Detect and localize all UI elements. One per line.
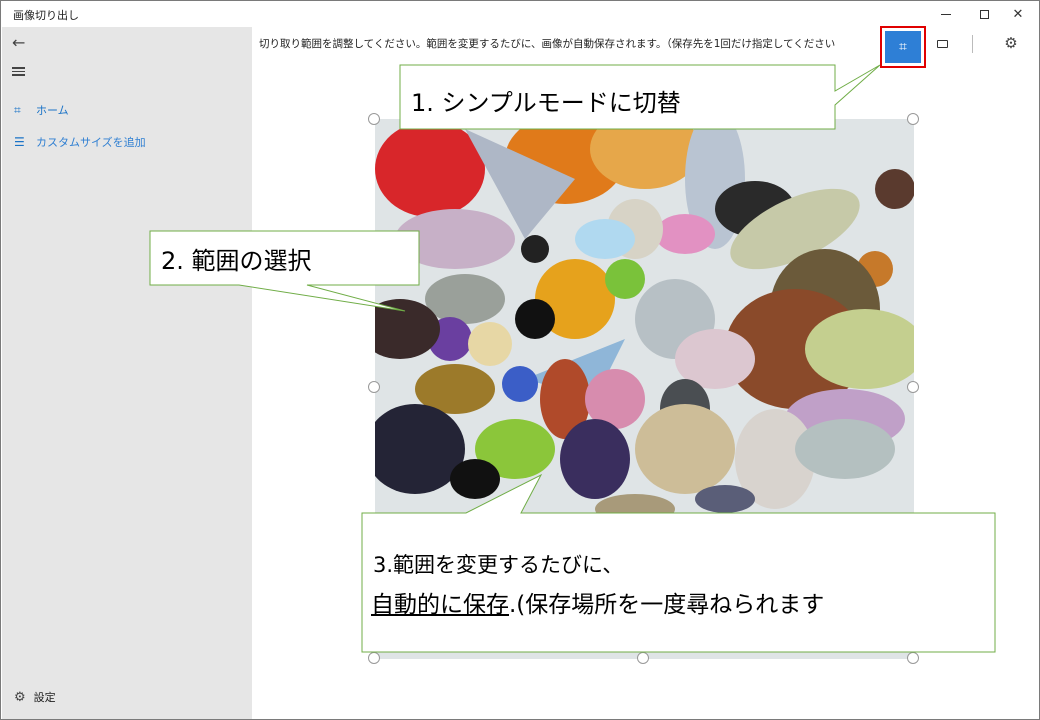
callout-autosave-underlined: 自動的に保存 bbox=[371, 592, 509, 618]
callout-autosave-line1: 3.範囲を変更するたびに、 bbox=[373, 553, 624, 577]
app-window: 画像切り出し ✕ ← ⌗ ホーム ☰ カスタムサイズを追加 ⚙ 設定 切り取り範… bbox=[0, 0, 1040, 720]
callout-autosave-rest: .(保存場所を一度尋ねられます bbox=[509, 592, 825, 618]
callout-autosave-line2: 自動的に保存.(保存場所を一度尋ねられます bbox=[371, 585, 824, 619]
callout-simple-mode: 1. シンプルモードに切替 bbox=[411, 89, 681, 117]
callout-select-range: 2. 範囲の選択 bbox=[161, 247, 312, 275]
